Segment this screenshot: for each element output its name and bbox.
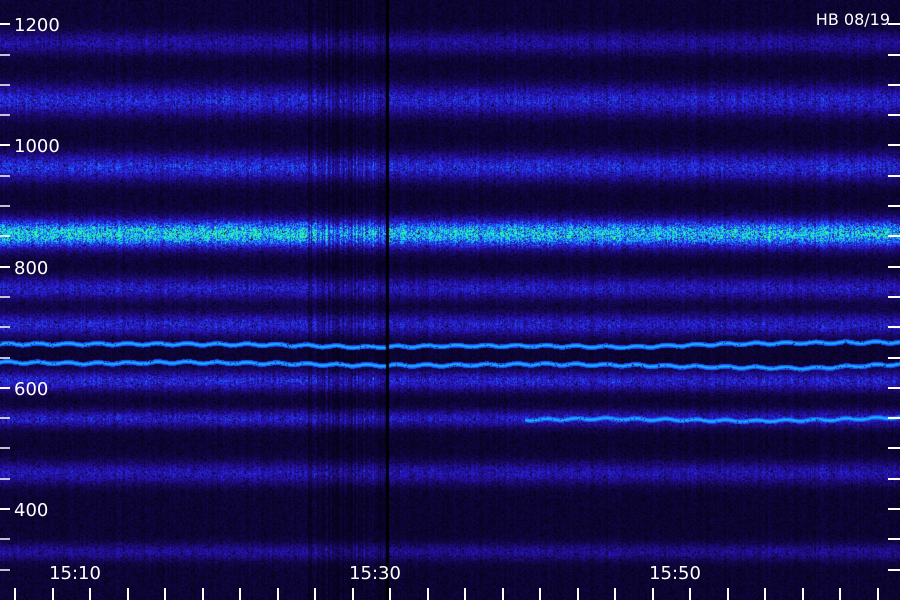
x-tick-label: 15:30 xyxy=(349,563,401,584)
chart-overlay: 1200 1000 800 600 400 15:10 15:30 15:50 HB 08/… xyxy=(0,10,900,600)
y-tick-label: 800 xyxy=(14,258,48,279)
y-axis-right-ticks xyxy=(888,23,900,571)
x-axis-ticks xyxy=(14,588,879,600)
y-axis-labels: 1200 1000 800 600 400 xyxy=(14,15,60,521)
y-tick-label: 1200 xyxy=(14,15,60,36)
chart-title: HB 08/19 xyxy=(816,10,890,29)
y-tick-label: 600 xyxy=(14,379,48,400)
x-tick-label: 15:10 xyxy=(49,563,101,584)
y-axis-left-ticks xyxy=(0,23,10,571)
x-axis-labels: 15:10 15:30 15:50 xyxy=(49,563,701,584)
y-tick-label: 1000 xyxy=(14,136,60,157)
y-tick-label: 400 xyxy=(14,500,48,521)
x-tick-label: 15:50 xyxy=(649,563,701,584)
